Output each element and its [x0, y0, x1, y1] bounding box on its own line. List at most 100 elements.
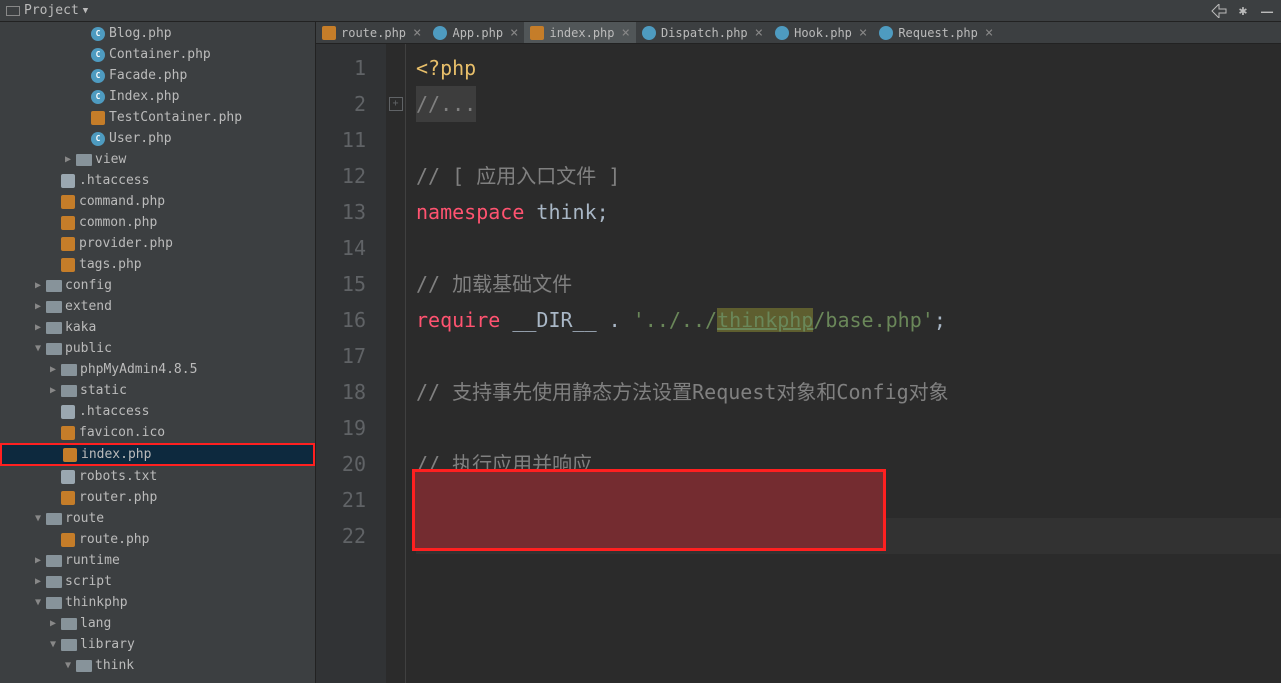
- tree-item-library[interactable]: ▼ library: [0, 634, 315, 655]
- tree-item--htaccess[interactable]: .htaccess: [0, 170, 315, 191]
- gear-icon[interactable]: ✱: [1235, 3, 1251, 19]
- tree-item-common-php[interactable]: common.php: [0, 212, 315, 233]
- file-icon: [90, 111, 106, 125]
- tree-item-static[interactable]: ▶static: [0, 380, 315, 401]
- fold-expand-icon[interactable]: +: [389, 97, 403, 111]
- project-label: Project: [24, 3, 79, 18]
- close-icon[interactable]: ×: [510, 25, 518, 41]
- tree-item-think[interactable]: ▼ think: [0, 655, 315, 676]
- chevron-down-icon[interactable]: ▼: [30, 343, 46, 354]
- chevron-right-icon[interactable]: ▶: [30, 555, 46, 566]
- tree-item-Container-php[interactable]: Container.php: [0, 44, 315, 65]
- tree-item-TestContainer-php[interactable]: TestContainer.php: [0, 107, 315, 128]
- folder-icon: [76, 154, 92, 166]
- chevron-down-icon: ▼: [83, 6, 88, 16]
- line-number: 22: [316, 518, 366, 554]
- grid-icon: [530, 26, 544, 40]
- chevron-down-icon[interactable]: ▼: [30, 597, 46, 608]
- line-number: 17: [316, 338, 366, 374]
- php-icon: [642, 26, 656, 40]
- tree-item-favicon-ico[interactable]: favicon.ico: [0, 422, 315, 443]
- tree-item-label: TestContainer.php: [109, 110, 242, 125]
- close-icon[interactable]: ×: [859, 25, 867, 41]
- tab-Hook-php[interactable]: Hook.php×: [769, 22, 873, 43]
- tree-item-Blog-php[interactable]: Blog.php: [0, 23, 315, 44]
- tree-item-phpMyAdmin4-8-5[interactable]: ▶phpMyAdmin4.8.5: [0, 359, 315, 380]
- tree-item-Facade-php[interactable]: Facade.php: [0, 65, 315, 86]
- tree-item-label: think: [95, 658, 134, 673]
- project-icon: [6, 6, 20, 16]
- tree-item-view[interactable]: ▶ view: [0, 149, 315, 170]
- php-icon: [90, 132, 106, 146]
- tree-item-label: .htaccess: [79, 404, 149, 419]
- line-number: 13: [316, 194, 366, 230]
- tree-item-script[interactable]: ▶script: [0, 571, 315, 592]
- file-icon: [60, 195, 76, 209]
- tree-item-lang[interactable]: ▶lang: [0, 613, 315, 634]
- chevron-right-icon[interactable]: ▶: [45, 618, 61, 629]
- tree-item-label: route: [65, 511, 104, 526]
- minimize-icon[interactable]: —: [1259, 3, 1275, 19]
- tree-item-label: library: [80, 637, 135, 652]
- tree-item-User-php[interactable]: User.php: [0, 128, 315, 149]
- tree-item-router-php[interactable]: router.php: [0, 487, 315, 508]
- tree-item-label: Index.php: [109, 89, 179, 104]
- tree-item-robots-txt[interactable]: robots.txt: [0, 466, 315, 487]
- folder-icon: [46, 576, 62, 588]
- chevron-right-icon[interactable]: ▶: [30, 322, 46, 333]
- chevron-down-icon[interactable]: ▼: [60, 660, 76, 671]
- chevron-down-icon[interactable]: ▼: [30, 513, 46, 524]
- tree-item-tags-php[interactable]: tags.php: [0, 254, 315, 275]
- tree-item-route-php[interactable]: route.php: [0, 529, 315, 550]
- tab-route-php[interactable]: route.php×: [316, 22, 427, 43]
- tree-item-runtime[interactable]: ▶runtime: [0, 550, 315, 571]
- tree-item-command-php[interactable]: command.php: [0, 191, 315, 212]
- tab-index-php[interactable]: index.php ×: [524, 22, 635, 43]
- tree-item-kaka[interactable]: ▶kaka: [0, 317, 315, 338]
- tree-item-label: config: [65, 278, 112, 293]
- php-icon: [90, 69, 106, 83]
- tree-item-provider-php[interactable]: provider.php: [0, 233, 315, 254]
- chevron-right-icon[interactable]: ▶: [45, 364, 61, 375]
- tree-item-label: provider.php: [79, 236, 173, 251]
- chevron-right-icon[interactable]: ▶: [45, 385, 61, 396]
- project-dropdown[interactable]: Project ▼: [6, 3, 88, 18]
- tree-item-public[interactable]: ▼public: [0, 338, 315, 359]
- close-icon[interactable]: ×: [755, 25, 763, 41]
- close-icon[interactable]: ×: [622, 25, 630, 41]
- close-icon[interactable]: ×: [413, 25, 421, 41]
- tree-item-label: view: [95, 152, 126, 167]
- project-tree[interactable]: Blog.phpContainer.php Facade.php Index.php…: [0, 22, 316, 683]
- chevron-right-icon[interactable]: ▶: [30, 280, 46, 291]
- file-icon: [60, 491, 76, 505]
- code-editor[interactable]: <?php //... // [ 应用入口文件 ] namespace thin…: [406, 44, 1281, 683]
- php-icon: [433, 26, 447, 40]
- tab-App-php[interactable]: App.php×: [427, 22, 524, 43]
- chevron-right-icon[interactable]: ▶: [60, 154, 76, 165]
- collapse-icon[interactable]: [1211, 3, 1227, 19]
- line-number: 19: [316, 410, 366, 446]
- chevron-down-icon[interactable]: ▼: [45, 639, 61, 650]
- file-icon: [60, 216, 76, 230]
- tree-item-route[interactable]: ▼ route: [0, 508, 315, 529]
- tree-item-label: route.php: [79, 532, 149, 547]
- tree-item-thinkphp[interactable]: ▼thinkphp: [0, 592, 315, 613]
- folder-icon: [61, 639, 77, 651]
- tree-item--htaccess[interactable]: .htaccess: [0, 401, 315, 422]
- tab-label: index.php: [549, 26, 614, 40]
- tree-item-Index-php[interactable]: Index.php: [0, 86, 315, 107]
- chevron-right-icon[interactable]: ▶: [30, 576, 46, 587]
- file-icon: [60, 174, 76, 188]
- close-icon[interactable]: ×: [985, 25, 993, 41]
- php-icon: [775, 26, 789, 40]
- tree-item-extend[interactable]: ▶ extend: [0, 296, 315, 317]
- php-icon: [90, 90, 106, 104]
- chevron-right-icon[interactable]: ▶: [30, 301, 46, 312]
- tree-item-label: Facade.php: [109, 68, 187, 83]
- folder-icon: [46, 597, 62, 609]
- tab-Dispatch-php[interactable]: Dispatch.php×: [636, 22, 769, 43]
- tree-item-index-php[interactable]: index.php: [0, 443, 315, 466]
- tree-item-label: extend: [65, 299, 112, 314]
- tree-item-config[interactable]: ▶ config: [0, 275, 315, 296]
- tab-Request-php[interactable]: Request.php×: [873, 22, 999, 43]
